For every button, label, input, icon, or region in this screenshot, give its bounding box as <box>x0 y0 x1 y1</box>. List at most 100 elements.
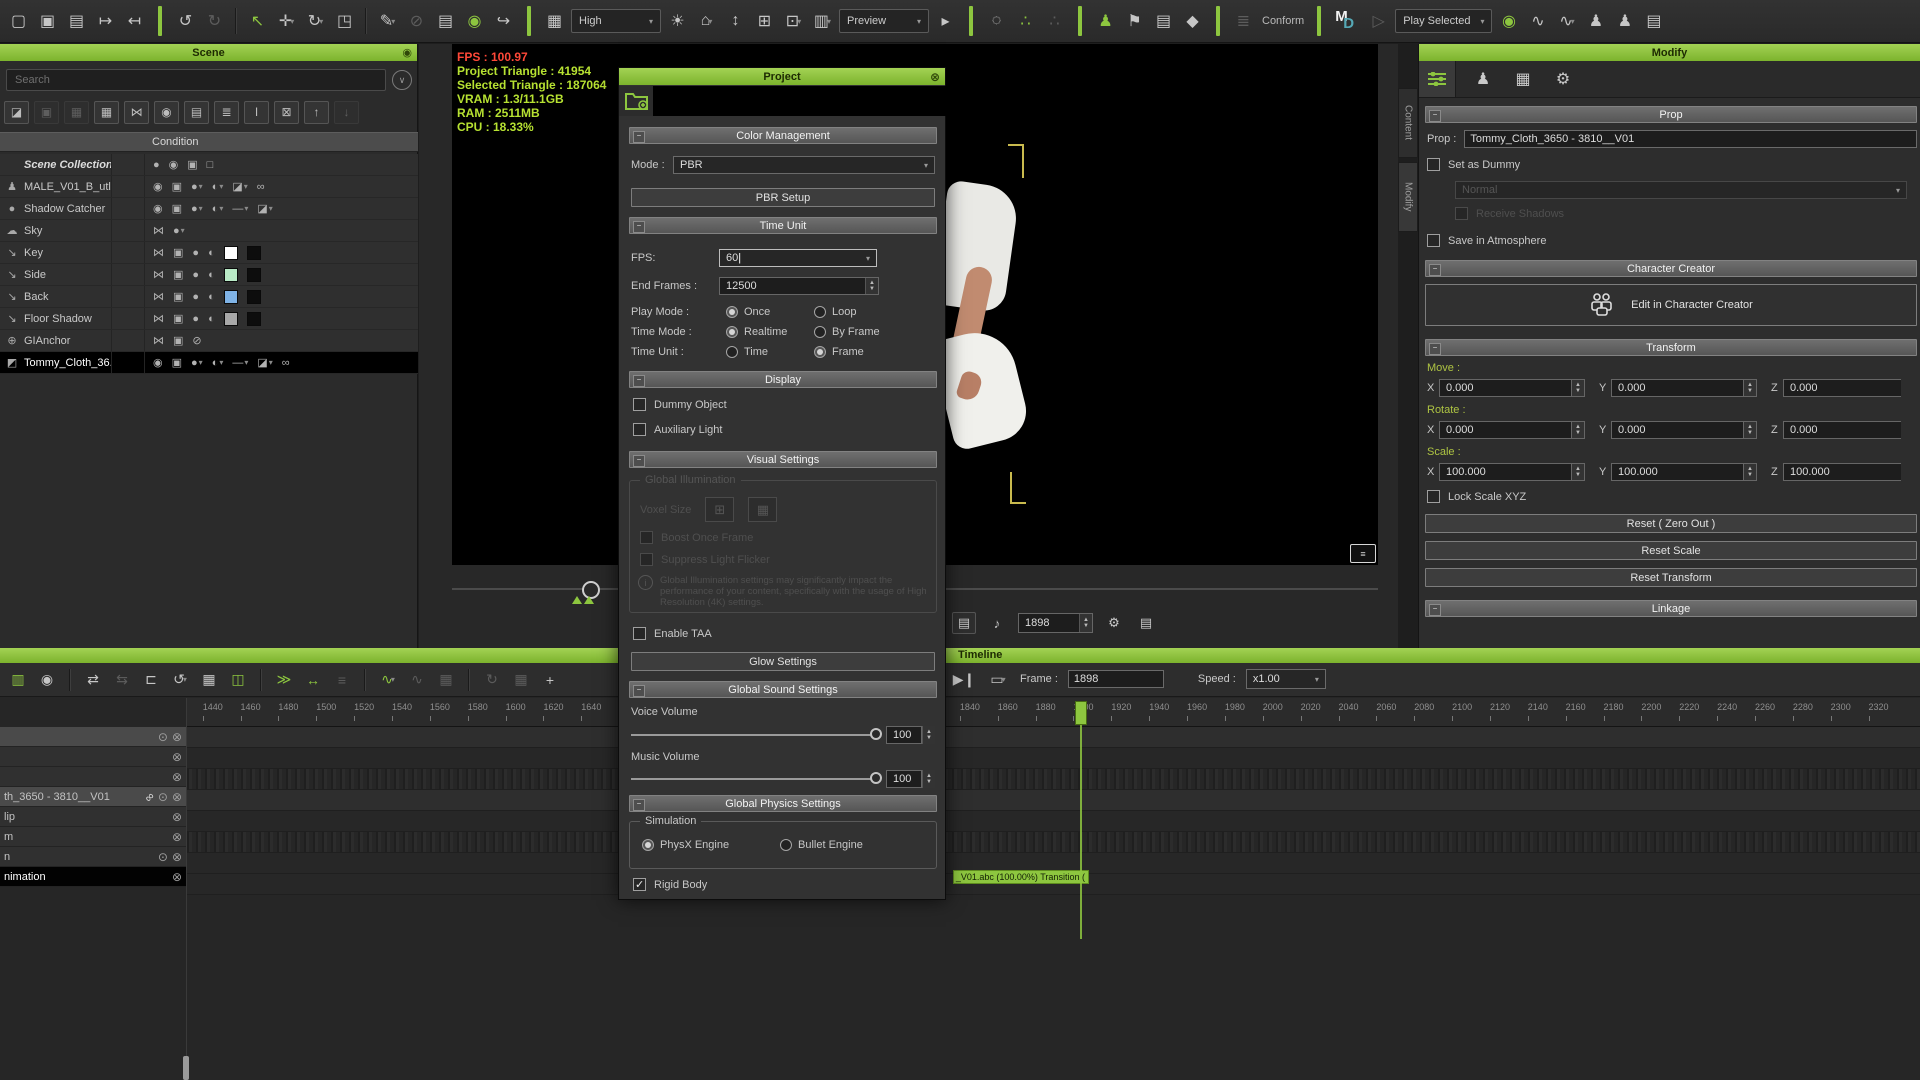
transform-value-field[interactable]: 0.000▲▼ <box>1439 421 1585 439</box>
curve-editor-icon[interactable]: ∿▾ <box>1554 8 1579 34</box>
scene-tool-icon[interactable]: ⋈ <box>124 101 149 124</box>
display-settings-icon[interactable]: ▦ <box>542 8 567 34</box>
timeline-track-lane[interactable] <box>187 811 1920 832</box>
scene-tool-icon[interactable]: ◉ <box>154 101 179 124</box>
fit-view-icon[interactable]: ⊞ <box>752 8 777 34</box>
scene-item-tommy-cloth-36-[interactable]: ◩Tommy_Cloth_36...◉▣●▾◐▾—▾◪▾∞ <box>0 352 418 374</box>
caption-icon[interactable]: ▤ <box>952 612 976 634</box>
timeline-track-lane[interactable] <box>187 748 1920 769</box>
open-project-folder-icon[interactable] <box>624 89 650 111</box>
collapse-icon[interactable]: ≡ <box>330 668 354 692</box>
condition-icon[interactable]: ◉ <box>153 356 163 369</box>
condition-icon[interactable]: ▣ <box>173 290 183 303</box>
conform-icon[interactable]: ≣ <box>1231 8 1256 34</box>
time-unit-frame-radio[interactable]: Frame <box>814 346 864 358</box>
scene-item-key[interactable]: ↘Key⋈▣●◐ <box>0 242 418 264</box>
timeline-track-name[interactable]: ⊙⊗ <box>0 727 186 747</box>
close-icon[interactable]: ⊗ <box>930 70 940 84</box>
playback-range-icon[interactable]: ▭▾ <box>986 667 1010 691</box>
scene-tool-icon[interactable]: ▣ <box>34 101 59 124</box>
close-icon[interactable]: ⊗ <box>172 750 182 764</box>
color-swatch[interactable] <box>247 312 261 326</box>
reset-zero-out-button[interactable]: Reset ( Zero Out ) <box>1425 514 1917 533</box>
end-frames-spinner[interactable]: 12500 ▲▼ <box>719 277 879 295</box>
actor-icon[interactable]: ♟ <box>1093 8 1118 34</box>
project-dialog-titlebar[interactable]: Project ⊗ <box>619 68 945 85</box>
color-swatch[interactable] <box>247 268 261 282</box>
prop-name-field[interactable]: Tommy_Cloth_3650 - 3810__V01 <box>1464 130 1917 148</box>
condition-icon[interactable]: □ <box>207 159 214 171</box>
time-unit-header[interactable]: −Time Unit <box>629 217 937 234</box>
export-icon[interactable]: ↦ <box>93 8 118 34</box>
edit-in-character-creator-button[interactable]: Edit in Character Creator <box>1425 284 1917 326</box>
condition-icon[interactable]: ●▾ <box>173 225 185 237</box>
camera-icon[interactable]: ▸ <box>933 8 958 34</box>
motion-path-icon[interactable]: ∴ <box>1013 8 1038 34</box>
scene-tool-icon[interactable]: I <box>244 101 269 124</box>
move-tool-icon[interactable]: ✛▾ <box>274 8 299 34</box>
scene-tool-icon[interactable]: ◪ <box>4 101 29 124</box>
scene-item-gianchor[interactable]: ⊕GIAnchor⋈▣⊘ <box>0 330 418 352</box>
condition-icon[interactable]: ●▾ <box>191 357 203 369</box>
condition-icon[interactable]: ● <box>192 291 199 303</box>
import-stage-icon[interactable]: ↪ <box>491 8 516 34</box>
frame-spinner[interactable]: 1898 ▲▼ <box>1018 613 1093 633</box>
slider-handle[interactable] <box>870 728 882 740</box>
timeline-track-name[interactable]: ⊗ <box>0 747 186 767</box>
transform-value-field[interactable]: 0.000▲▼ <box>1439 379 1585 397</box>
color-mode-dropdown[interactable]: PBR▾ <box>673 156 935 174</box>
fast-forward-icon[interactable]: ≫ <box>272 668 296 692</box>
tab-modify[interactable]: Modify <box>1398 162 1418 232</box>
scene-tool-icon[interactable]: ▦ <box>94 101 119 124</box>
transform-value-field[interactable]: 100.000▲▼ <box>1439 463 1585 481</box>
puppet-icon[interactable]: ◆ <box>1180 8 1205 34</box>
fit-vertical-icon[interactable]: ↕ <box>723 8 748 34</box>
collapse-icon[interactable]: − <box>1429 343 1441 355</box>
scene-item-male-v01-b-utli[interactable]: ♟MALE_V01_B_utli◉▣●▾◐▾◪▾∞ <box>0 176 418 198</box>
prop-section-header[interactable]: − Prop <box>1425 106 1917 123</box>
save-in-atmosphere-checkbox[interactable] <box>1427 234 1440 247</box>
transform-value-field[interactable]: 100.000▲▼ <box>1783 463 1901 481</box>
lock-scale-xyz-checkbox[interactable] <box>1427 490 1440 503</box>
add-track-icon[interactable]: + <box>538 668 562 692</box>
measure-tool-icon[interactable]: ◌ <box>984 8 1009 34</box>
visibility-icon[interactable]: ◉ <box>462 8 487 34</box>
modify-panel-header[interactable]: Modify <box>1419 44 1920 61</box>
frame-view-icon[interactable]: ◫ <box>226 668 250 692</box>
speed-dropdown[interactable]: x1.00▾ <box>1246 669 1326 689</box>
gamepad-icon[interactable]: ◉ <box>1496 8 1521 34</box>
reset-transform-button[interactable]: Reset Transform <box>1425 568 1917 587</box>
collapse-icon[interactable]: ⊙ <box>158 730 168 744</box>
redo-icon[interactable]: ↻ <box>202 8 227 34</box>
condition-icon[interactable]: ◉ <box>153 202 163 215</box>
play-mode-loop-radio[interactable]: Loop <box>814 306 856 318</box>
scene-item-back[interactable]: ↘Back⋈▣●◐ <box>0 286 418 308</box>
reset-scale-button[interactable]: Reset Scale <box>1425 541 1917 560</box>
global-sound-settings-header[interactable]: −Global Sound Settings <box>629 681 937 698</box>
condition-icon[interactable]: ● <box>192 247 199 259</box>
transform-value-field[interactable]: 0.000▲▼ <box>1611 379 1757 397</box>
color-swatch[interactable] <box>224 290 238 304</box>
color-swatch[interactable] <box>224 246 238 260</box>
condition-icon[interactable]: ◐▾ <box>212 203 224 215</box>
home-view-icon[interactable]: ⌂▾ <box>694 8 719 34</box>
color-swatch[interactable] <box>247 290 261 304</box>
timeline-track-name[interactable]: lip⊗ <box>0 807 186 827</box>
condition-icon[interactable]: —▾ <box>232 203 248 215</box>
new-project-icon[interactable]: ▢ <box>6 8 31 34</box>
condition-icon[interactable]: ● <box>192 313 199 325</box>
condition-icon[interactable]: ▣ <box>173 268 183 281</box>
condition-icon[interactable]: ◐▾ <box>212 181 224 193</box>
enable-taa-checkbox[interactable] <box>633 627 646 640</box>
timeline-track-name[interactable]: nimation⊗ <box>0 867 186 887</box>
scene-tool-icon[interactable]: ↑ <box>304 101 329 124</box>
visual-settings-header[interactable]: −Visual Settings <box>629 451 937 468</box>
fps-combo[interactable]: 60| ▾ <box>719 249 877 267</box>
condition-icon[interactable]: ∞ <box>282 357 290 369</box>
scene-panel-header[interactable]: Scene ◉ <box>0 44 417 61</box>
auxiliary-light-checkbox[interactable] <box>633 423 646 436</box>
scene-item-scene-collection[interactable]: Scene Collection●◉▣□ <box>0 154 418 176</box>
collapse-icon[interactable]: ⊙ <box>158 850 168 864</box>
scrubber-marker-icon[interactable] <box>584 596 594 604</box>
glow-settings-button[interactable]: Glow Settings <box>631 652 935 671</box>
